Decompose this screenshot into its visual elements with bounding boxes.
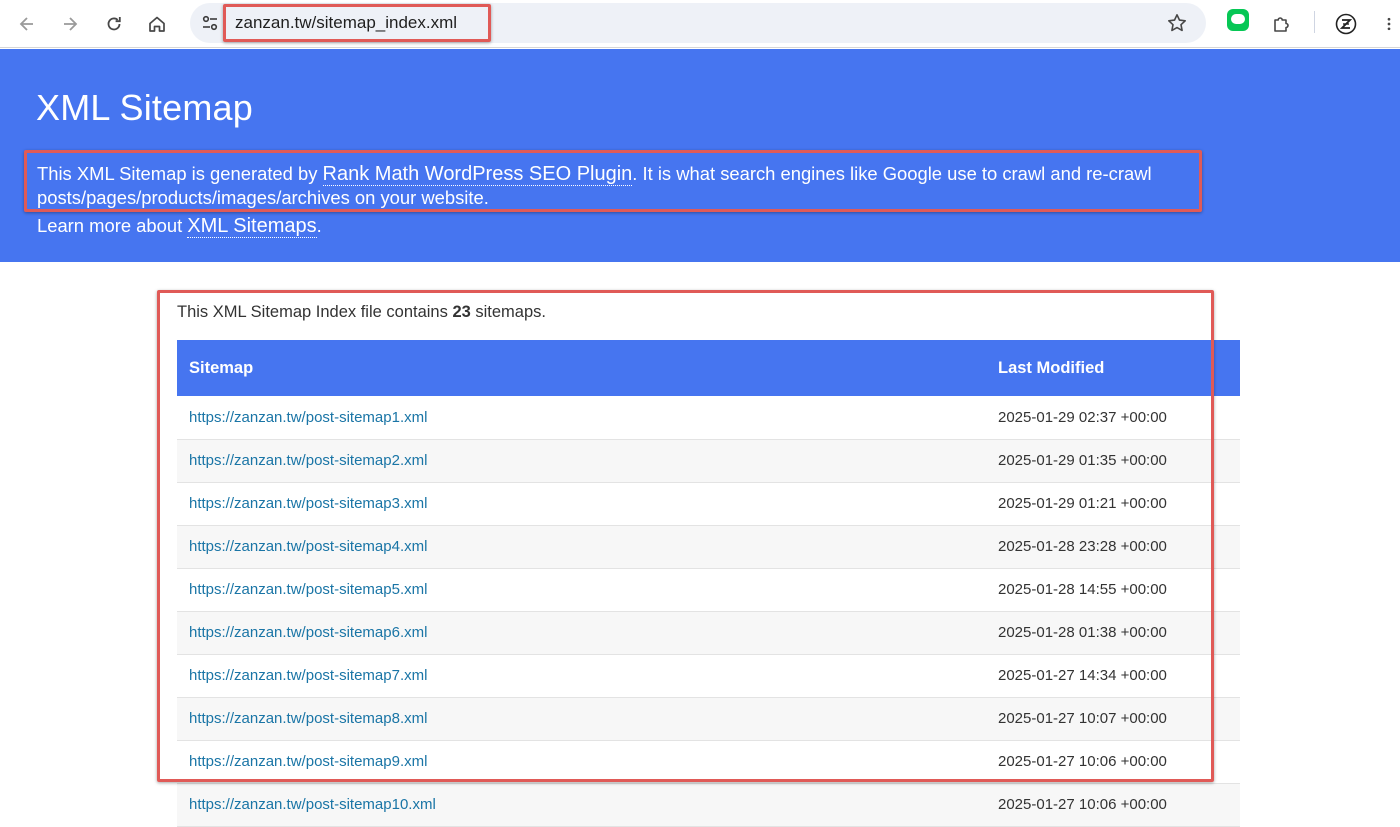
sitemap-link[interactable]: https://zanzan.tw/post-sitemap5.xml [189,581,427,598]
table-row: https://zanzan.tw/post-sitemap2.xml 2025-… [177,439,1240,483]
extensions-puzzle-icon[interactable] [1264,7,1298,41]
last-modified-cell: 2025-01-28 14:55 +00:00 [986,568,1240,612]
line-extension-icon[interactable] [1227,9,1249,31]
column-header-sitemap: Sitemap [177,340,986,396]
table-row: https://zanzan.tw/post-sitemap7.xml 2025-… [177,654,1240,698]
reload-icon[interactable] [97,7,131,41]
sitemap-link[interactable]: https://zanzan.tw/post-sitemap9.xml [189,753,427,770]
rank-math-link[interactable]: Rank Math WordPress SEO Plugin [322,163,633,186]
profile-z-icon[interactable] [1329,7,1363,41]
learn-suffix: . [316,215,322,236]
column-header-last-modified: Last Modified [986,340,1240,396]
last-modified-cell: 2025-01-28 23:28 +00:00 [986,525,1240,569]
sitemap-cell: https://zanzan.tw/post-sitemap4.xml [177,525,986,569]
learn-prefix: Learn more about [37,215,188,236]
sitemap-link[interactable]: https://zanzan.tw/post-sitemap6.xml [189,624,427,641]
last-modified-cell: 2025-01-27 10:06 +00:00 [986,740,1240,784]
sitemap-cell: https://zanzan.tw/post-sitemap7.xml [177,654,986,698]
site-info-icon[interactable] [200,13,220,33]
sitemap-link[interactable]: https://zanzan.tw/post-sitemap1.xml [189,409,427,426]
last-modified-cell: 2025-01-29 01:35 +00:00 [986,439,1240,483]
sitemap-link[interactable]: https://zanzan.tw/post-sitemap2.xml [189,452,427,469]
table-row: https://zanzan.tw/post-sitemap3.xml 2025-… [177,482,1240,526]
sitemap-table: Sitemap Last Modified https://zanzan.tw/… [177,340,1240,827]
menu-kebab-icon[interactable] [1378,7,1400,41]
last-modified-cell: 2025-01-27 10:07 +00:00 [986,697,1240,741]
sitemap-cell: https://zanzan.tw/post-sitemap1.xml [177,396,986,440]
back-icon[interactable] [10,7,44,41]
last-modified-cell: 2025-01-28 01:38 +00:00 [986,611,1240,655]
sitemap-cell: https://zanzan.tw/post-sitemap3.xml [177,482,986,526]
table-header-row: Sitemap Last Modified [177,340,1240,396]
sitemap-link[interactable]: https://zanzan.tw/post-sitemap10.xml [189,796,436,813]
page-title: XML Sitemap [36,87,253,128]
last-modified-cell: 2025-01-29 01:21 +00:00 [986,482,1240,526]
sitemap-link[interactable]: https://zanzan.tw/post-sitemap8.xml [189,710,427,727]
last-modified-cell: 2025-01-29 02:37 +00:00 [986,396,1240,440]
summary-suffix: sitemaps. [470,303,546,321]
learn-more-text: Learn more about XML Sitemaps. [37,215,322,238]
url-text[interactable]: zanzan.tw/sitemap_index.xml [235,13,457,33]
home-icon[interactable] [140,7,174,41]
browser-toolbar: zanzan.tw/sitemap_index.xml [0,0,1400,48]
sitemap-link[interactable]: https://zanzan.tw/post-sitemap3.xml [189,495,427,512]
forward-icon[interactable] [53,7,87,41]
sitemap-summary: This XML Sitemap Index file contains 23 … [177,303,546,322]
sitemap-cell: https://zanzan.tw/post-sitemap2.xml [177,439,986,483]
table-row: https://zanzan.tw/post-sitemap8.xml 2025-… [177,697,1240,741]
toolbar-divider [1314,11,1315,33]
summary-prefix: This XML Sitemap Index file contains [177,303,453,321]
sitemap-cell: https://zanzan.tw/post-sitemap9.xml [177,740,986,784]
table-row: https://zanzan.tw/post-sitemap5.xml 2025-… [177,568,1240,612]
last-modified-cell: 2025-01-27 10:06 +00:00 [986,783,1240,827]
table-row: https://zanzan.tw/post-sitemap9.xml 2025-… [177,740,1240,784]
sitemap-cell: https://zanzan.tw/post-sitemap10.xml [177,783,986,827]
bookmark-star-icon[interactable] [1166,12,1188,34]
sitemap-link[interactable]: https://zanzan.tw/post-sitemap7.xml [189,667,427,684]
intro-prefix: This XML Sitemap is generated by [37,163,323,184]
table-row: https://zanzan.tw/post-sitemap6.xml 2025-… [177,611,1240,655]
sitemap-header: XML Sitemap This XML Sitemap is generate… [0,49,1400,262]
sitemap-cell: https://zanzan.tw/post-sitemap6.xml [177,611,986,655]
table-row: https://zanzan.tw/post-sitemap10.xml 2025… [177,783,1240,827]
sitemap-link[interactable]: https://zanzan.tw/post-sitemap4.xml [189,538,427,555]
address-bar[interactable]: zanzan.tw/sitemap_index.xml [190,3,1206,43]
sitemap-cell: https://zanzan.tw/post-sitemap5.xml [177,568,986,612]
sitemap-cell: https://zanzan.tw/post-sitemap8.xml [177,697,986,741]
last-modified-cell: 2025-01-27 14:34 +00:00 [986,654,1240,698]
intro-text: This XML Sitemap is generated by Rank Ma… [37,162,1207,209]
table-row: https://zanzan.tw/post-sitemap1.xml 2025-… [177,396,1240,440]
sitemap-count: 23 [452,303,471,321]
xml-sitemaps-link[interactable]: XML Sitemaps [187,215,317,238]
table-row: https://zanzan.tw/post-sitemap4.xml 2025-… [177,525,1240,569]
